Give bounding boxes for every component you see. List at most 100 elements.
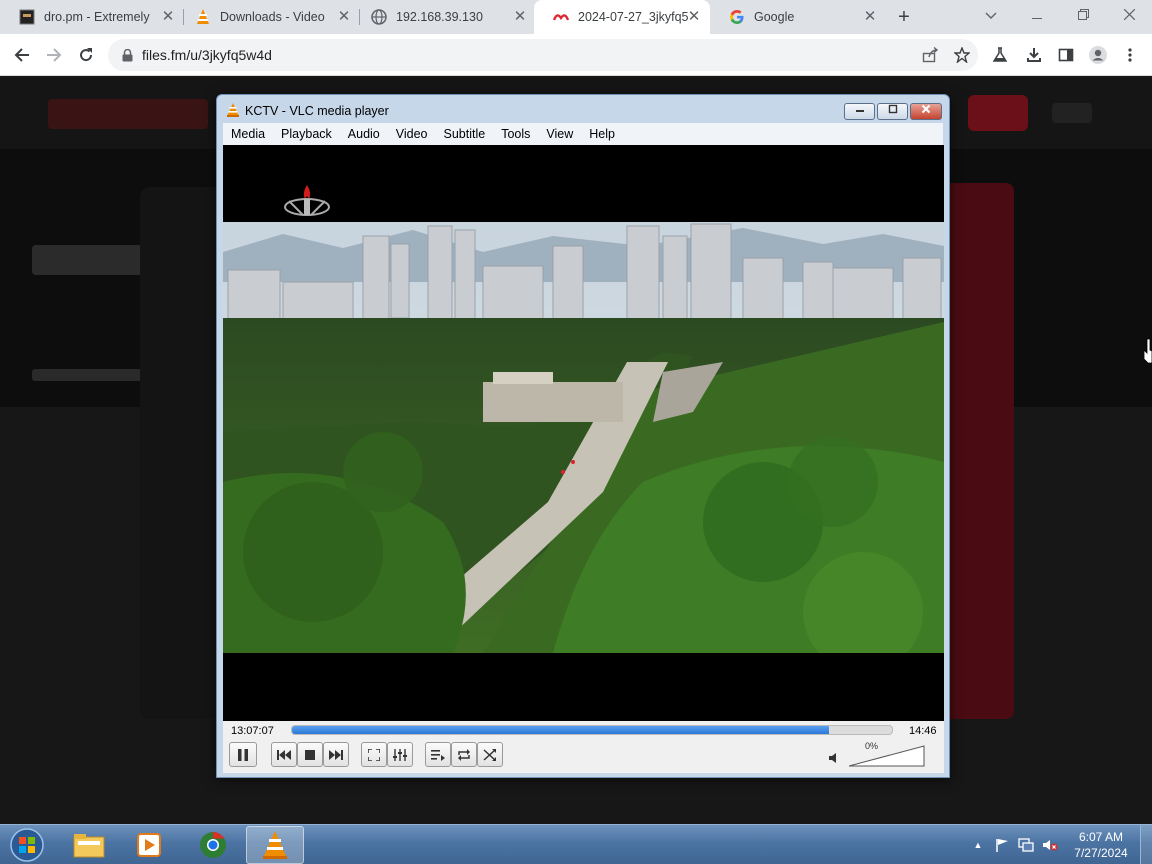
elapsed-time: 13:07:07 [231,725,274,737]
shuffle-icon [483,748,496,761]
kctv-emblem-icon [284,185,330,216]
system-clock[interactable]: 6:07 AM 7/27/2024 [1066,829,1136,861]
vlc-cone-icon [263,831,287,859]
vlc-control-bar: 13:07:07 14:46 0% [223,721,944,773]
bookmark-star-icon[interactable] [952,45,972,65]
previous-button[interactable] [271,742,297,767]
address-bar[interactable]: files.fm/u/3jkyfq5w4d [108,39,978,71]
close-tab-icon[interactable]: ✕ [862,9,878,25]
menu-video[interactable]: Video [388,127,436,141]
start-button[interactable] [8,827,46,863]
playlist-button[interactable] [425,742,451,767]
loop-icon [458,748,470,761]
close-tab-icon[interactable]: ✕ [160,9,176,25]
vlc-maximize-button[interactable] [877,103,908,120]
pause-button[interactable] [229,742,257,767]
tab-dro-pm[interactable]: dro.pm - Extremely ✕ [0,0,184,34]
forward-button[interactable] [40,41,68,69]
stop-button[interactable] [297,742,323,767]
menu-view[interactable]: View [538,127,581,141]
menu-tools[interactable]: Tools [493,127,538,141]
user-menu[interactable] [1052,103,1092,123]
chrome-icon [200,831,226,858]
profile-avatar-icon[interactable] [1088,45,1108,65]
dro-icon [19,9,35,25]
previous-icon [277,749,291,760]
taskbar-vlc[interactable] [246,826,304,864]
tab-title: 192.168.39.130 [396,10,483,24]
menu-audio[interactable]: Audio [340,127,388,141]
download-panel[interactable] [942,183,1014,719]
extended-settings-button[interactable] [387,742,413,767]
vlc-minimize-button[interactable] [844,103,875,120]
video-area[interactable] [223,145,944,721]
taskbar-explorer[interactable] [60,826,118,864]
back-button[interactable] [8,41,36,69]
action-center-flag-icon[interactable] [994,837,1010,853]
lab-flask-icon[interactable] [990,45,1010,65]
close-tab-icon[interactable]: ✕ [686,9,702,25]
browser-toolbar: files.fm/u/3jkyfq5w4d [0,34,1152,76]
tab-title: dro.pm - Extremely [44,10,150,24]
download-icon[interactable] [1024,45,1044,65]
vlc-cone-icon [195,9,211,25]
video-frame-city-park [223,222,944,653]
windows-taskbar: ▲ 6:07 AM 7/27/2024 [0,824,1152,864]
google-icon [729,9,745,25]
tab-title: Google [754,10,795,24]
loop-button[interactable] [451,742,477,767]
next-button[interactable] [323,742,349,767]
new-tab-button[interactable]: + [892,5,916,29]
seek-bar-fill [292,726,829,734]
shuffle-button[interactable] [477,742,503,767]
tab-title: Downloads - Video [220,10,325,24]
page-title-block [32,245,142,275]
clock-date: 7/27/2024 [1074,846,1128,860]
site-logo[interactable] [48,99,208,129]
tab-title: 2024-07-27_3jkyfq5 [578,10,689,24]
vlc-title-bar[interactable]: KCTV - VLC media player [217,95,949,123]
browser-tab-strip: dro.pm - Extremely ✕ Downloads - Video ✕… [0,0,1152,34]
menu-subtitle[interactable]: Subtitle [436,127,494,141]
media-player-icon [137,833,161,857]
fullscreen-button[interactable] [361,742,387,767]
mouse-cursor-icon [1144,339,1152,363]
tab-downloads[interactable]: Downloads - Video ✕ [176,0,360,34]
menu-playback[interactable]: Playback [273,127,340,141]
side-panel-icon[interactable] [1056,45,1076,65]
filesfm-icon [553,9,569,25]
tab-ip-address[interactable]: 192.168.39.130 ✕ [352,0,536,34]
minimize-button[interactable] [1014,0,1060,30]
speaker-muted-icon[interactable] [828,751,842,765]
tray-expand-icon[interactable]: ▲ [970,837,986,853]
vlc-menu-bar: Media Playback Audio Video Subtitle Tool… [223,123,943,145]
lock-icon [120,48,134,62]
menu-help[interactable]: Help [581,127,623,141]
equalizer-icon [393,748,407,761]
close-tab-icon[interactable]: ✕ [512,9,528,25]
show-desktop-button[interactable] [1140,825,1152,864]
share-icon[interactable] [920,45,940,65]
close-window-button[interactable] [1106,0,1152,30]
close-tab-icon[interactable]: ✕ [336,9,352,25]
vlc-window-title: KCTV - VLC media player [245,104,389,118]
reload-button[interactable] [72,41,100,69]
tab-google[interactable]: Google ✕ [710,0,886,34]
network-icon[interactable] [1018,837,1034,853]
pause-icon [238,748,248,761]
seek-bar[interactable] [291,725,893,735]
globe-icon [371,9,387,25]
menu-media[interactable]: Media [223,127,273,141]
vlc-window: KCTV - VLC media player Media Playback A… [216,94,950,778]
volume-slider[interactable] [849,745,925,767]
vlc-close-button[interactable] [910,103,942,120]
taskbar-chrome[interactable] [184,826,242,864]
tab-search-chevron-icon[interactable] [968,0,1014,30]
restore-button[interactable] [1060,0,1106,30]
vlc-cone-icon [227,103,239,117]
tab-files-fm[interactable]: 2024-07-27_3jkyfq5 ✕ [534,0,710,34]
taskbar-media-player[interactable] [120,826,178,864]
volume-muted-icon[interactable] [1042,837,1058,853]
browser-menu-icon[interactable] [1120,45,1140,65]
upload-button[interactable] [968,95,1028,131]
